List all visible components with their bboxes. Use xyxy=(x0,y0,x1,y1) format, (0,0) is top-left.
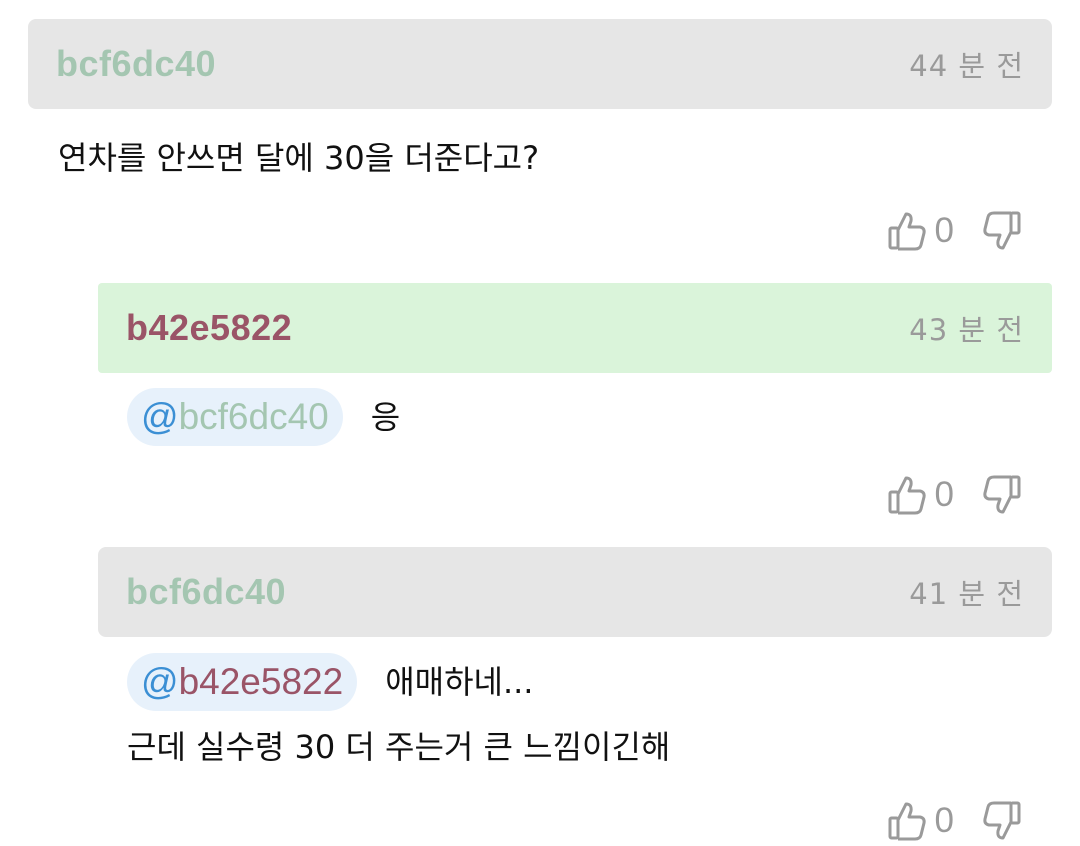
comment-actions: 0 xyxy=(887,796,1022,846)
comment-header: bcf6dc40 44 분 전 xyxy=(28,19,1052,109)
thumbs-up-icon[interactable] xyxy=(887,800,927,842)
comment-author[interactable]: bcf6dc40 xyxy=(56,43,216,85)
comment-timestamp: 41 분 전 xyxy=(909,577,1024,611)
comment-actions: 0 xyxy=(887,470,1022,520)
thumbs-down-icon[interactable] xyxy=(982,800,1022,842)
thumbs-down-icon[interactable] xyxy=(982,474,1022,516)
like-count: 0 xyxy=(934,801,954,840)
comment-text: 애매하네... xyxy=(385,663,534,701)
comment-header: bcf6dc40 41 분 전 xyxy=(98,547,1052,637)
like-count: 0 xyxy=(934,211,954,250)
thumbs-down-icon[interactable] xyxy=(982,210,1022,252)
comment-author[interactable]: bcf6dc40 xyxy=(126,571,286,613)
like-count: 0 xyxy=(934,475,954,514)
comment-text-row: @bcf6dc40 응 xyxy=(127,388,400,446)
comment-text: 응 xyxy=(370,398,401,436)
comment-header: b42e5822 43 분 전 xyxy=(98,283,1052,373)
comment-timestamp: 44 분 전 xyxy=(909,49,1024,83)
mention-tag[interactable]: @b42e5822 xyxy=(127,653,358,711)
mention-tag[interactable]: @bcf6dc40 xyxy=(127,388,343,446)
comment-text: 연차를 안쓰면 달에 30을 더준다고? xyxy=(58,139,540,177)
comment-text-row: @b42e5822 애매하네... xyxy=(127,653,533,711)
comment-timestamp: 43 분 전 xyxy=(909,313,1024,347)
thumbs-up-icon[interactable] xyxy=(887,474,927,516)
comment-text: 근데 실수령 30 더 주는거 큰 느낌이긴해 xyxy=(127,728,671,766)
thumbs-up-icon[interactable] xyxy=(887,210,927,252)
comment-author[interactable]: b42e5822 xyxy=(126,307,292,349)
comment-actions: 0 xyxy=(887,206,1022,256)
